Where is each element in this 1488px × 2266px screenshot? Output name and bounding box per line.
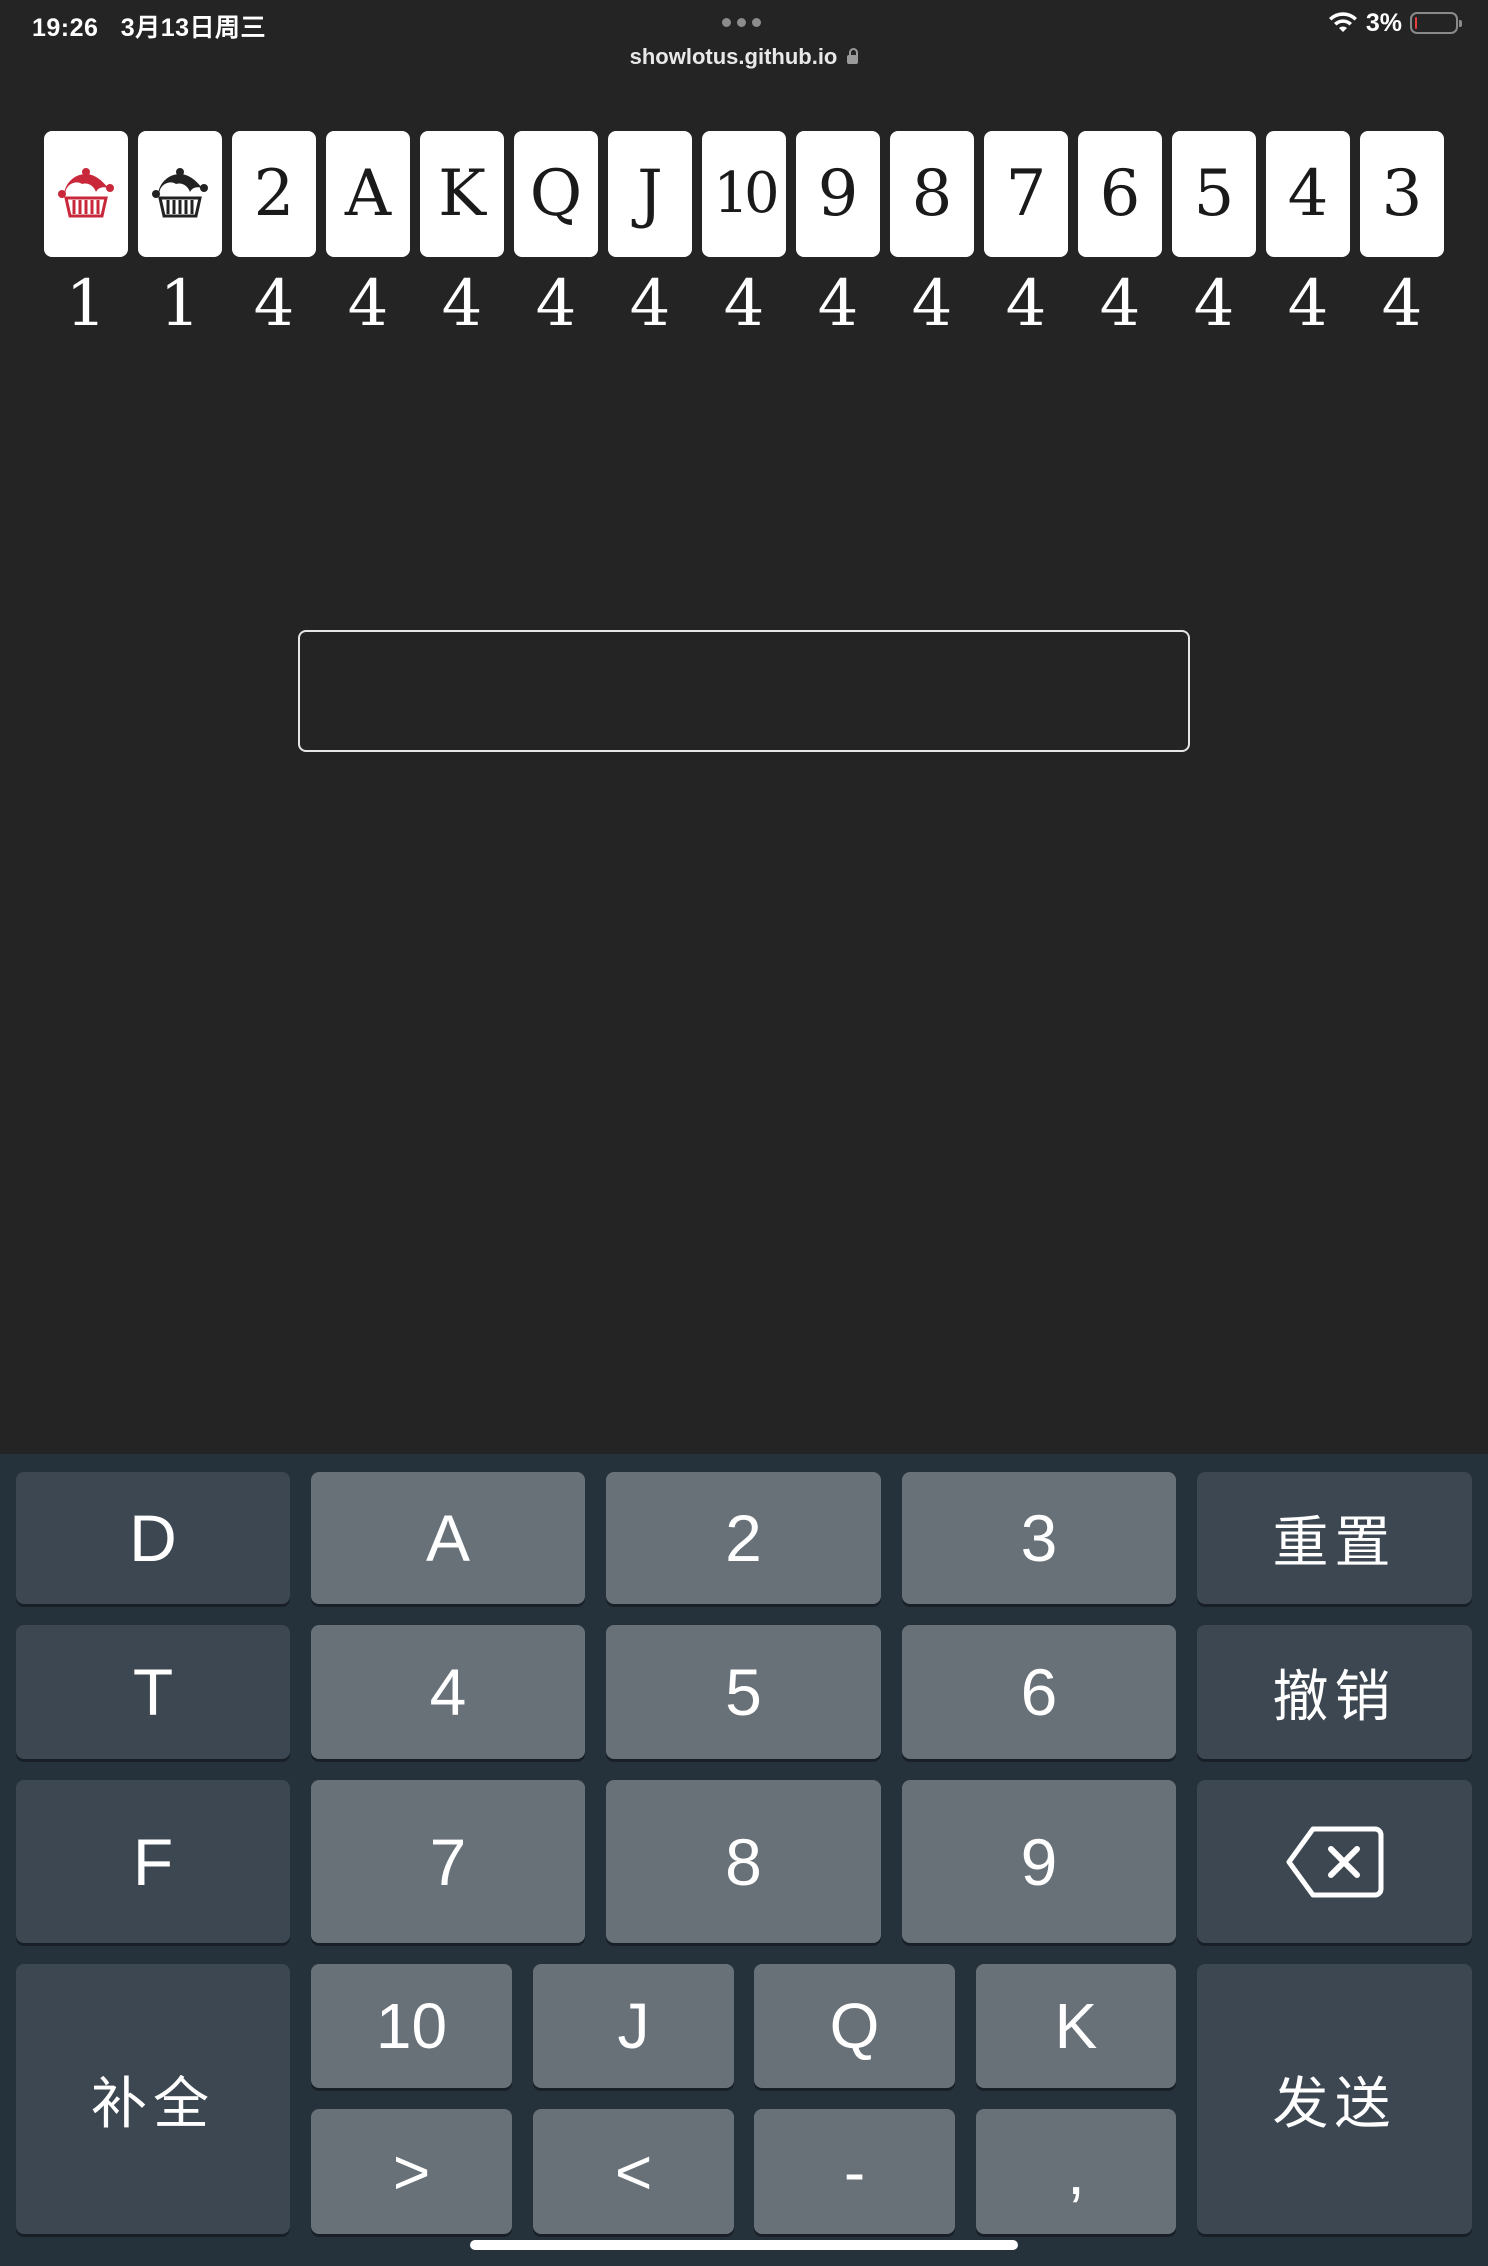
key-6[interactable]: 6	[902, 1625, 1176, 1759]
card-a[interactable]: A	[326, 131, 410, 257]
key-5[interactable]: 5	[606, 1625, 881, 1759]
card-joker-black[interactable]	[138, 131, 222, 257]
card-count-row: 114444444444444	[44, 272, 1444, 336]
card-count: 4	[253, 267, 295, 341]
wifi-icon	[1328, 12, 1357, 32]
card-count: 1	[159, 267, 201, 341]
card-7[interactable]: 7	[984, 131, 1068, 257]
key-3[interactable]: 3	[902, 1472, 1176, 1604]
card-count: 4	[441, 267, 483, 341]
card-8[interactable]: 8	[890, 131, 974, 257]
key-10[interactable]: 10	[311, 1964, 512, 2088]
battery-icon	[1410, 12, 1462, 34]
card-count: 4	[911, 267, 953, 341]
card-count: 4	[1099, 267, 1141, 341]
reset-button[interactable]: 重置	[1197, 1472, 1472, 1604]
card-count: 4	[535, 267, 577, 341]
card-joker-red[interactable]	[44, 131, 128, 257]
more-dots-icon[interactable]	[722, 18, 761, 27]
key-2[interactable]: 2	[606, 1472, 881, 1604]
joker-red-icon	[58, 168, 114, 218]
key-j[interactable]: J	[533, 1964, 734, 2088]
card-count: 4	[1193, 267, 1235, 341]
status-date: 3月13日周三	[120, 14, 267, 42]
card-3[interactable]: 3	[1360, 131, 1444, 257]
card-count: 4	[347, 267, 389, 341]
url-text: showlotus.github.io	[629, 44, 838, 69]
card-row: 2 A K Q J 10 9 8 7 6 5 4 3	[44, 131, 1444, 257]
card-count: 4	[629, 267, 671, 341]
card-count: 4	[1381, 267, 1423, 341]
custom-keyboard: D A 2 3 重置 T 4 5 6 撤销 F 7 8 9 补全 10 J Q …	[0, 1454, 1488, 2266]
card-count: 4	[817, 267, 859, 341]
backspace-icon	[1286, 1826, 1383, 1897]
key-a[interactable]: A	[311, 1472, 585, 1604]
key-8[interactable]: 8	[606, 1780, 881, 1943]
lock-icon	[847, 48, 859, 64]
key-d[interactable]: D	[16, 1472, 290, 1604]
status-time: 19:26 3月13日周三	[32, 14, 267, 42]
key-7[interactable]: 7	[311, 1780, 585, 1943]
undo-button[interactable]: 撤销	[1197, 1625, 1472, 1759]
key-4[interactable]: 4	[311, 1625, 585, 1759]
card-10[interactable]: 10	[702, 131, 786, 257]
key-9[interactable]: 9	[902, 1780, 1176, 1943]
key-k[interactable]: K	[976, 1964, 1176, 2088]
url-bar[interactable]: showlotus.github.io	[0, 44, 1488, 70]
key-less-than[interactable]: <	[533, 2109, 734, 2234]
card-j[interactable]: J	[608, 131, 692, 257]
battery-percentage: 3%	[1365, 8, 1402, 37]
key-comma[interactable]: ,	[976, 2109, 1176, 2234]
card-5[interactable]: 5	[1172, 131, 1256, 257]
joker-black-icon	[152, 168, 208, 218]
send-button[interactable]: 发送	[1197, 1964, 1472, 2234]
key-dash[interactable]: -	[754, 2109, 955, 2234]
card-6[interactable]: 6	[1078, 131, 1162, 257]
play-input[interactable]	[298, 630, 1190, 752]
card-q[interactable]: Q	[514, 131, 598, 257]
card-count: 1	[65, 267, 107, 341]
key-greater-than[interactable]: >	[311, 2109, 512, 2234]
complete-button[interactable]: 补全	[16, 1964, 290, 2234]
card-4[interactable]: 4	[1266, 131, 1350, 257]
card-count: 4	[1287, 267, 1329, 341]
status-bar: 19:26 3月13日周三 3%	[0, 0, 1488, 50]
backspace-button[interactable]	[1197, 1780, 1472, 1943]
key-f[interactable]: F	[16, 1780, 290, 1943]
key-t[interactable]: T	[16, 1625, 290, 1759]
card-k[interactable]: K	[420, 131, 504, 257]
key-q[interactable]: Q	[754, 1964, 955, 2088]
card-count: 4	[723, 267, 765, 341]
card-9[interactable]: 9	[796, 131, 880, 257]
card-2[interactable]: 2	[232, 131, 316, 257]
card-count: 4	[1005, 267, 1047, 341]
status-indicators: 3%	[1328, 8, 1462, 38]
home-indicator	[470, 2240, 1018, 2250]
